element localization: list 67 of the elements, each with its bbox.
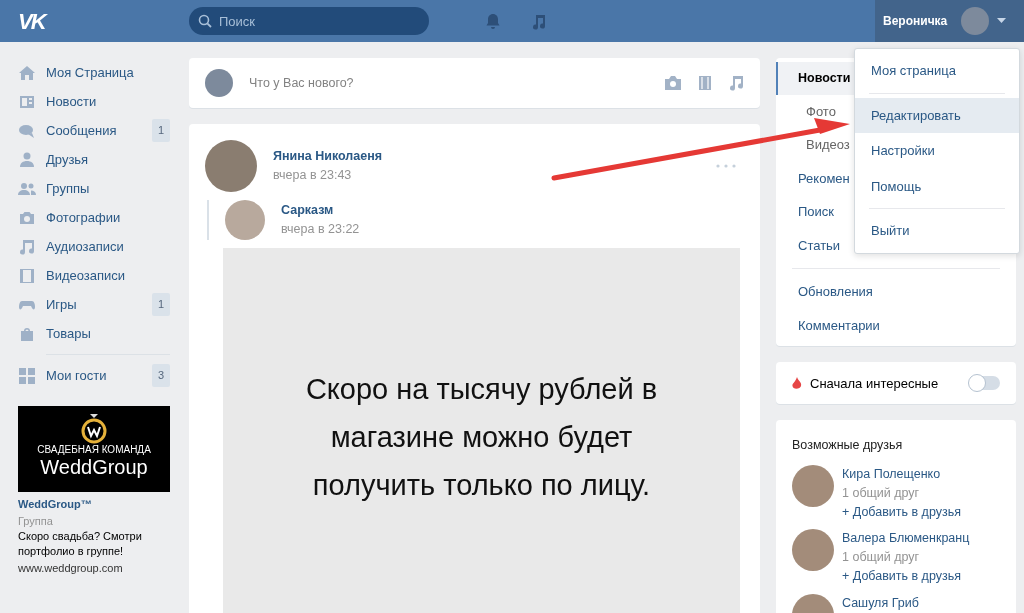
image-text: Скоро на тысячу рублей в магазине можно будет получить только по лицу.	[223, 248, 740, 613]
add-friend-link[interactable]: + Добавить в друзья	[842, 502, 961, 522]
sidebar-item[interactable]: Фотографии	[18, 203, 170, 232]
ad-banner[interactable]: СВАДЕБНАЯ КОМАНДА WeddGroup	[18, 406, 170, 492]
sidebar-item[interactable]: Сообщения 1	[18, 116, 170, 145]
film-icon[interactable]	[698, 75, 712, 91]
menu-item[interactable]: Редактировать	[855, 97, 1019, 133]
avatar[interactable]	[792, 529, 834, 572]
friend-name[interactable]: Валера Блюменкранц	[842, 529, 970, 548]
sidebar-item[interactable]: Мои гости 3	[18, 361, 170, 390]
ad-title[interactable]: WeddGroup™	[18, 496, 170, 513]
ad-url[interactable]: www.weddgroup.com	[18, 559, 170, 577]
ad-logo-caption: СВАДЕБНАЯ КОМАНДА	[37, 444, 151, 456]
sidebar-item[interactable]: Игры 1	[18, 290, 170, 319]
nav-item[interactable]: Обновления	[776, 275, 1016, 309]
sidebar-item[interactable]: Группы	[18, 174, 170, 203]
sidebar-item[interactable]: Товары	[18, 319, 170, 348]
menu-item[interactable]: Помощь	[855, 168, 1019, 204]
ad-logo-name: WeddGroup	[40, 456, 148, 478]
ring-icon	[80, 412, 108, 444]
ad-text: Скоро свадьба? Смотри портфолио в группе!	[18, 529, 143, 560]
sidebar-item[interactable]: Новости	[18, 87, 170, 116]
nav-item[interactable]: Комментарии	[776, 308, 1016, 343]
music-note-icon[interactable]	[728, 75, 744, 91]
counter-badge: 1	[151, 119, 170, 142]
search-field[interactable]: Поиск	[189, 7, 429, 35]
add-friend-link[interactable]: + Добавить в друзья	[842, 566, 970, 586]
ad-type: Группа	[18, 513, 54, 529]
friend-name[interactable]: Сашуля Гриб	[842, 593, 919, 613]
sidebar-icon	[18, 63, 36, 82]
more-icon[interactable]	[716, 164, 736, 168]
camera-icon[interactable]	[664, 75, 682, 91]
bell-icon[interactable]	[484, 12, 502, 30]
panel-title: Возможные друзья	[792, 437, 904, 455]
mutual-friends: 1 общий друг	[842, 484, 921, 502]
sidebar-item[interactable]: Моя Страница	[18, 58, 170, 87]
friend-name[interactable]: Кира Полещенко	[842, 465, 961, 484]
music-note-icon[interactable]	[530, 12, 548, 30]
composer-field[interactable]: Что у Вас нового?	[249, 73, 648, 93]
sidebar-icon	[18, 150, 36, 169]
menu-item[interactable]: Моя страница	[855, 53, 1019, 89]
menu-item[interactable]: Настройки	[855, 133, 1019, 169]
avatar[interactable]	[961, 7, 990, 35]
author-name[interactable]: Сарказм	[281, 201, 360, 220]
menu-item[interactable]: Выйти	[855, 213, 1019, 249]
toggle-label: Сначала интересные	[810, 374, 940, 393]
avatar[interactable]	[205, 140, 257, 192]
search-icon	[198, 14, 212, 28]
avatar[interactable]	[225, 200, 265, 240]
logo[interactable]: VK	[18, 4, 54, 38]
sidebar-icon	[18, 366, 36, 385]
flame-icon	[792, 376, 802, 390]
counter-badge: 1	[151, 293, 170, 316]
sidebar-item[interactable]: Друзья	[18, 145, 170, 174]
sidebar-item[interactable]: Аудиозаписи	[18, 232, 170, 261]
caret-icon	[997, 18, 1007, 24]
sidebar-icon	[18, 237, 36, 256]
author-name[interactable]: Янина Николаеня	[273, 147, 700, 166]
sidebar-icon	[18, 266, 36, 285]
user-menu-button[interactable]: Вероничка	[875, 0, 1024, 42]
user-name[interactable]: Вероничка	[883, 12, 948, 30]
mutual-friends: 1 общий друг	[842, 549, 921, 566]
avatar[interactable]	[792, 465, 834, 507]
avatar	[205, 69, 233, 97]
toggle-switch[interactable]	[970, 376, 1000, 391]
sidebar-item[interactable]: Видеозаписи	[18, 261, 170, 290]
counter-badge: 3	[151, 364, 170, 387]
